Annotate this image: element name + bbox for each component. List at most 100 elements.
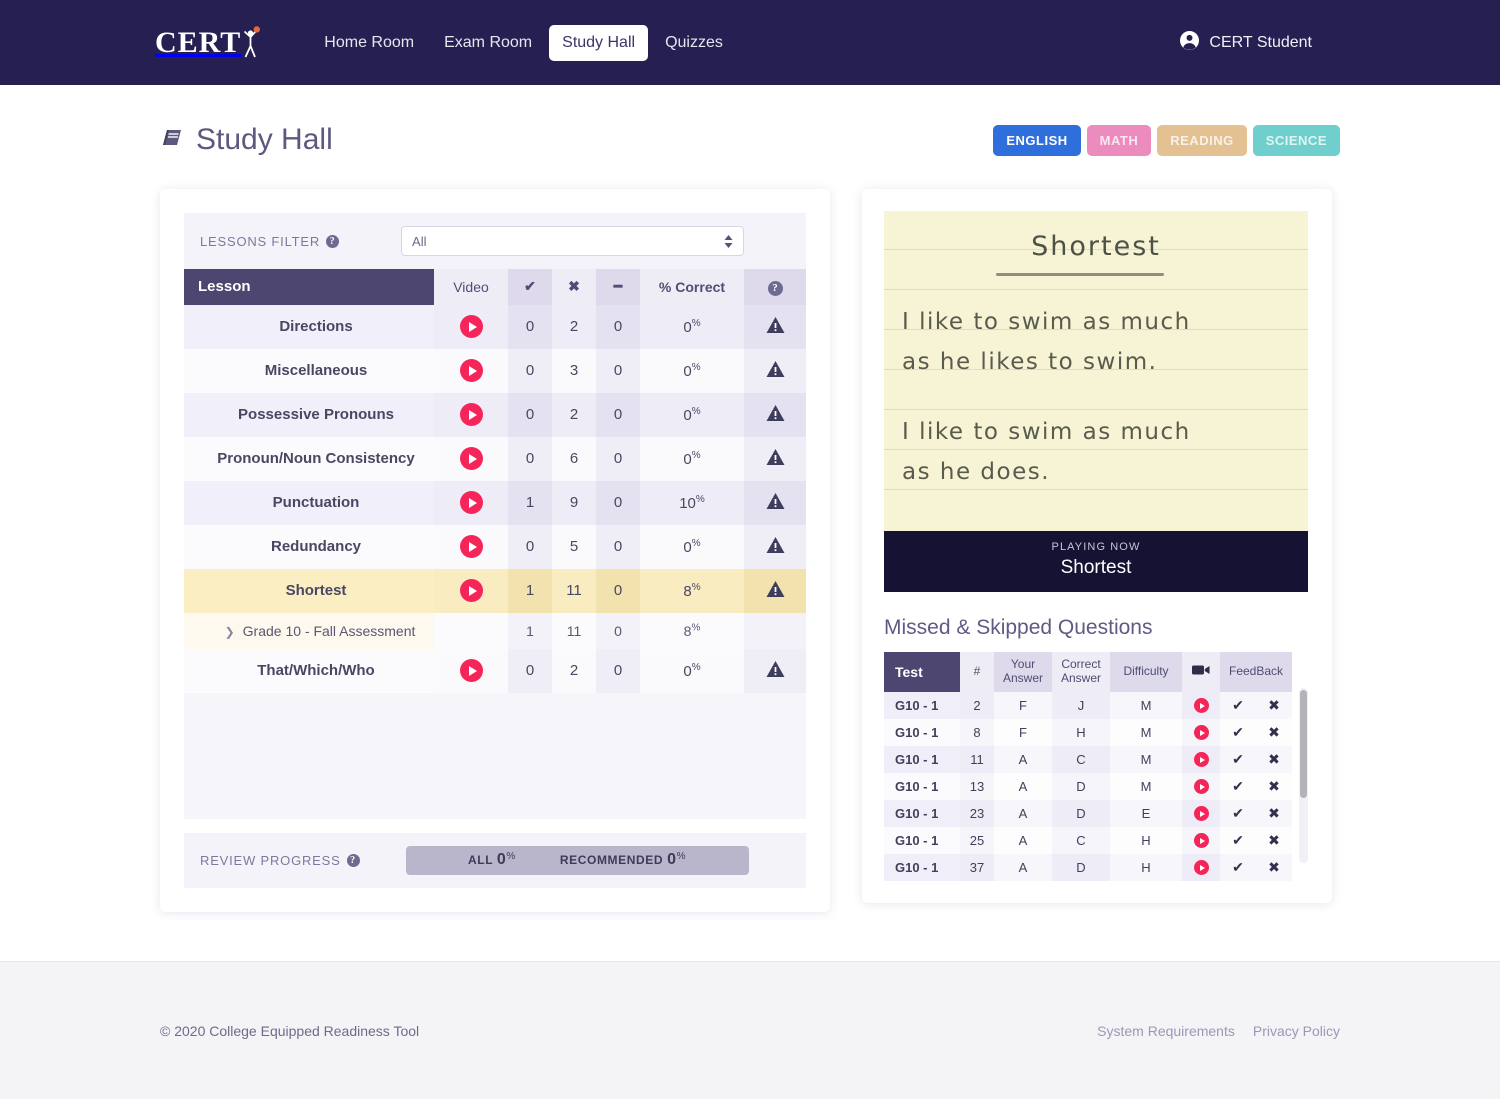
lesson-video-cell <box>434 649 508 693</box>
play-icon[interactable] <box>460 315 483 338</box>
check-icon[interactable]: ✔ <box>1232 697 1244 714</box>
qcol-header-your-answer[interactable]: Your Answer <box>994 652 1052 692</box>
qcol-header-video[interactable] <box>1182 652 1220 692</box>
cross-icon[interactable]: ✖ <box>1268 859 1280 876</box>
col-header-dash[interactable]: ━ <box>596 269 640 305</box>
table-row-selected[interactable]: Shortest 1 11 0 8% <box>184 569 806 613</box>
table-row[interactable]: Directions 0 2 0 0% <box>184 305 806 349</box>
chevron-right-icon[interactable]: ❯ <box>225 625 235 639</box>
video-handwritten-title: Shortest <box>884 231 1308 262</box>
table-row[interactable]: Redundancy 0 5 0 0% <box>184 525 806 569</box>
qcol-header-correct-answer[interactable]: Correct Answer <box>1052 652 1110 692</box>
video-player[interactable]: Shortest I like to swim as much as he li… <box>884 211 1308 531</box>
subject-tab-science[interactable]: SCIENCE <box>1253 125 1340 156</box>
warning-icon[interactable] <box>766 536 785 558</box>
play-icon[interactable] <box>1194 833 1209 848</box>
question-test: G10 - 1 <box>884 827 960 854</box>
col-header-percent-correct[interactable]: % Correct <box>640 269 744 305</box>
lesson-subrow-correct: 1 <box>508 613 552 649</box>
table-row[interactable]: G10 - 1 13 A D M <box>884 773 1292 800</box>
subject-tab-reading[interactable]: READING <box>1157 125 1246 156</box>
col-header-help[interactable]: ? <box>744 269 806 305</box>
table-row[interactable]: G10 - 1 25 A C H <box>884 827 1292 854</box>
warning-icon[interactable] <box>766 580 785 602</box>
warning-icon[interactable] <box>766 404 785 426</box>
play-icon[interactable] <box>1194 806 1209 821</box>
qcol-header-difficulty[interactable]: Difficulty <box>1110 652 1182 692</box>
lesson-wrong: 3 <box>552 349 596 393</box>
qcol-header-feedback[interactable]: FeedBack <box>1220 652 1292 692</box>
table-row[interactable]: That/Which/Who 0 2 0 0% <box>184 649 806 693</box>
col-header-lesson[interactable]: Lesson <box>184 269 434 305</box>
check-icon[interactable]: ✔ <box>1232 805 1244 822</box>
brand-logo[interactable]: CERT <box>155 26 263 60</box>
col-header-video[interactable]: Video <box>434 269 508 305</box>
nav-link-quizzes[interactable]: Quizzes <box>652 25 736 61</box>
lesson-name: That/Which/Who <box>184 649 434 693</box>
lesson-wrong: 2 <box>552 649 596 693</box>
cross-icon[interactable]: ✖ <box>1268 778 1280 795</box>
table-row[interactable]: G10 - 1 2 F J M <box>884 692 1292 719</box>
table-row[interactable]: G10 - 1 23 A D E <box>884 800 1292 827</box>
footer-link-system-requirements[interactable]: System Requirements <box>1097 1023 1235 1039</box>
nav-link-exam-room[interactable]: Exam Room <box>431 25 545 61</box>
subject-tab-english[interactable]: ENGLISH <box>993 125 1080 156</box>
table-subrow[interactable]: ❯Grade 10 - Fall Assessment 1 11 0 8% <box>184 613 806 649</box>
play-icon[interactable] <box>460 491 483 514</box>
play-icon[interactable] <box>460 403 483 426</box>
warning-icon[interactable] <box>766 660 785 682</box>
lessons-filter-select[interactable]: All <box>401 226 744 256</box>
questions-scrollbar-thumb[interactable] <box>1300 690 1307 798</box>
lessons-table-body: Directions 0 2 0 0% <box>184 305 806 693</box>
table-row[interactable]: Possessive Pronouns 0 2 0 0% <box>184 393 806 437</box>
col-header-check[interactable]: ✔ <box>508 269 552 305</box>
col-header-cross[interactable]: ✖ <box>552 269 596 305</box>
play-icon[interactable] <box>1194 779 1209 794</box>
questions-scrollbar[interactable] <box>1299 688 1308 863</box>
cross-icon[interactable]: ✖ <box>1268 697 1280 714</box>
question-feedback-cell: ✔ ✖ <box>1220 746 1292 773</box>
play-icon[interactable] <box>460 535 483 558</box>
warning-icon[interactable] <box>766 448 785 470</box>
lesson-skipped: 0 <box>596 305 640 349</box>
table-row[interactable]: G10 - 1 11 A C M <box>884 746 1292 773</box>
cross-icon[interactable]: ✖ <box>1268 805 1280 822</box>
table-row[interactable]: Pronoun/Noun Consistency 0 6 0 0% <box>184 437 806 481</box>
cross-icon[interactable]: ✖ <box>1268 751 1280 768</box>
check-icon[interactable]: ✔ <box>1232 724 1244 741</box>
warning-icon[interactable] <box>766 360 785 382</box>
help-circle-icon[interactable]: ? <box>326 235 339 248</box>
question-video-cell <box>1182 800 1220 827</box>
copyright-text: © 2020 College Equipped Readiness Tool <box>160 1023 419 1039</box>
cross-icon[interactable]: ✖ <box>1268 832 1280 849</box>
cross-icon[interactable]: ✖ <box>1268 724 1280 741</box>
table-row[interactable]: G10 - 1 8 F H M <box>884 719 1292 746</box>
qcol-header-number[interactable]: # <box>960 652 994 692</box>
play-icon[interactable] <box>1194 752 1209 767</box>
check-icon[interactable]: ✔ <box>1232 859 1244 876</box>
table-row[interactable]: Punctuation 1 9 0 10% <box>184 481 806 525</box>
play-icon[interactable] <box>1194 860 1209 875</box>
nav-link-home-room[interactable]: Home Room <box>311 25 427 61</box>
play-icon[interactable] <box>1194 725 1209 740</box>
check-icon[interactable]: ✔ <box>1232 832 1244 849</box>
user-menu[interactable]: CERT Student <box>1180 31 1312 55</box>
check-icon[interactable]: ✔ <box>1232 778 1244 795</box>
table-row[interactable]: Miscellaneous 0 3 0 0% <box>184 349 806 393</box>
table-row[interactable]: G10 - 1 37 A D H <box>884 854 1292 881</box>
help-circle-icon[interactable]: ? <box>347 854 360 867</box>
subject-tab-math[interactable]: MATH <box>1087 125 1152 156</box>
play-icon[interactable] <box>460 659 483 682</box>
book-icon <box>160 126 184 155</box>
nav-link-study-hall[interactable]: Study Hall <box>549 25 648 61</box>
footer-link-privacy-policy[interactable]: Privacy Policy <box>1253 1023 1340 1039</box>
review-progress-meter[interactable]: ALL 0% RECOMMENDED 0% <box>406 846 749 875</box>
warning-icon[interactable] <box>766 492 785 514</box>
qcol-header-test[interactable]: Test <box>884 652 960 692</box>
play-icon[interactable] <box>460 359 483 382</box>
play-icon[interactable] <box>460 447 483 470</box>
play-icon[interactable] <box>1194 698 1209 713</box>
warning-icon[interactable] <box>766 316 785 338</box>
check-icon[interactable]: ✔ <box>1232 751 1244 768</box>
play-icon[interactable] <box>460 579 483 602</box>
